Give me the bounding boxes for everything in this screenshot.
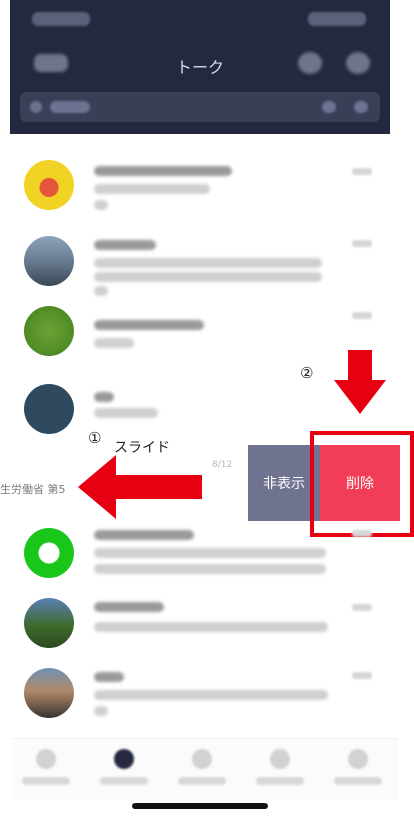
chat-name (94, 392, 114, 402)
chat-list-item[interactable] (0, 520, 414, 606)
search-input[interactable] (20, 92, 380, 122)
avatar (24, 598, 74, 648)
tab-timeline[interactable] (172, 747, 232, 795)
chat-preview (94, 408, 158, 418)
settings-icon[interactable] (346, 52, 370, 74)
chat-list-item[interactable] (0, 146, 414, 232)
chat-time (352, 672, 372, 679)
tab-home-label (22, 777, 70, 785)
chat-name (94, 166, 232, 176)
status-bar-carrier (32, 12, 90, 26)
chat-name (94, 602, 164, 612)
tab-timeline-label (178, 777, 226, 785)
tab-home[interactable] (16, 747, 76, 795)
avatar (24, 668, 74, 718)
chat-time (352, 168, 372, 175)
chat-preview (94, 272, 322, 282)
chat-list-item[interactable] (0, 662, 414, 748)
home-indicator (132, 803, 268, 809)
tab-wallet[interactable] (328, 747, 388, 795)
chat-name (94, 672, 124, 682)
search-placeholder (50, 101, 90, 113)
tab-news[interactable] (250, 747, 310, 795)
swiped-chat-date: 8/12 (212, 460, 233, 470)
chat-preview (94, 258, 322, 268)
timeline-icon (192, 749, 212, 769)
bottom-tab-bar (12, 738, 398, 799)
tab-news-label (256, 777, 304, 785)
tab-talk[interactable] (94, 747, 154, 795)
add-friend-icon[interactable] (298, 52, 322, 74)
step-1-number: ① (88, 429, 102, 447)
chat-time (352, 530, 372, 537)
chat-name (94, 240, 156, 250)
wallet-icon (348, 749, 368, 769)
avatar (24, 236, 74, 286)
chat-preview (94, 286, 108, 296)
step-1-label: スライド (114, 440, 170, 456)
chat-name (94, 320, 204, 330)
top-header: トーク (10, 0, 390, 134)
chat-preview (94, 338, 134, 348)
tab-talk-label (100, 777, 148, 785)
home-icon (36, 749, 56, 769)
talk-icon (114, 749, 134, 769)
chat-preview (94, 184, 210, 194)
chat-preview (94, 564, 326, 574)
chat-time (352, 312, 372, 319)
chat-name (94, 530, 194, 540)
news-icon (270, 749, 290, 769)
avatar (24, 306, 74, 356)
search-icon (30, 101, 42, 113)
chat-preview (94, 706, 108, 716)
swiped-chat-name: 生労働省 第5 (0, 483, 66, 496)
tab-wallet-label (334, 777, 382, 785)
down-arrow-icon (334, 350, 386, 414)
avatar (24, 160, 74, 210)
chat-preview (94, 200, 108, 210)
chat-time (352, 604, 372, 611)
avatar (24, 384, 74, 434)
voice-icon[interactable] (354, 101, 368, 113)
chat-preview (94, 548, 326, 558)
avatar (24, 528, 74, 578)
page-title: トーク (175, 58, 224, 77)
chat-time (352, 240, 372, 247)
status-bar-indicators (308, 12, 366, 26)
swipe-left-arrow-icon (78, 455, 202, 519)
chat-list-item[interactable] (0, 224, 414, 310)
chat-preview (94, 690, 328, 700)
step-2-number: ② (300, 364, 314, 382)
chat-preview (94, 622, 328, 632)
qr-scan-icon[interactable] (322, 101, 336, 113)
